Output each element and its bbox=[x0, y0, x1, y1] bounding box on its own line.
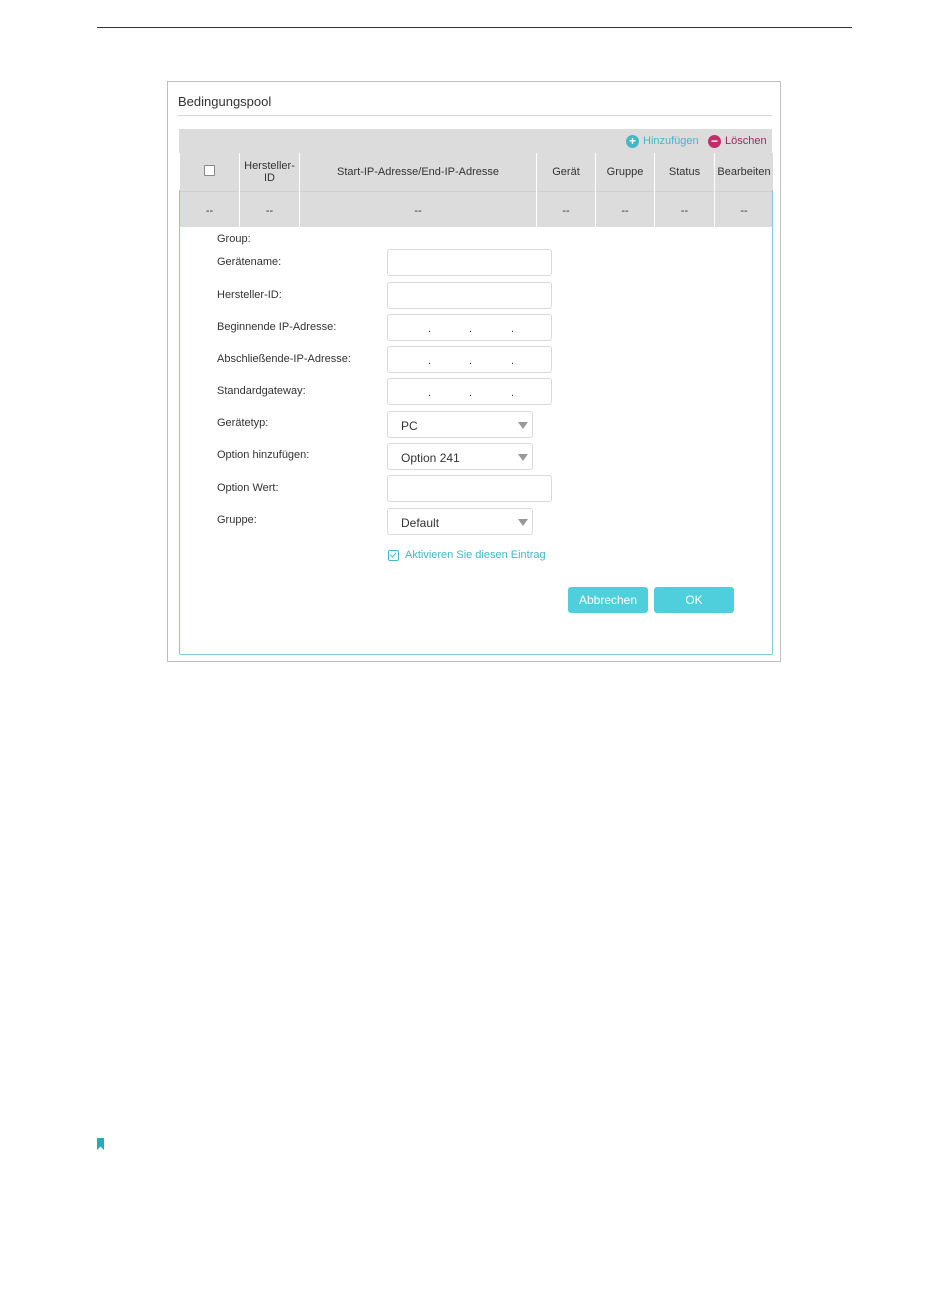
enable-entry-label: Aktivieren Sie diesen Eintrag bbox=[405, 549, 546, 561]
condition-pool-panel: Bedingungspool + Hinzufügen − Löschen He… bbox=[167, 81, 781, 662]
header-group: Gruppe bbox=[595, 153, 655, 192]
header-select-all bbox=[179, 153, 240, 192]
ok-button[interactable]: OK bbox=[654, 587, 734, 613]
table-cell: -- bbox=[536, 191, 596, 229]
table-cell: -- bbox=[714, 191, 774, 229]
gateway-input[interactable]: ... bbox=[387, 378, 552, 405]
table-toolbar: + Hinzufügen − Löschen bbox=[179, 129, 772, 153]
table-cell: -- bbox=[179, 191, 240, 229]
add-option-label: Option hinzufügen: bbox=[217, 449, 310, 461]
chevron-down-icon bbox=[518, 519, 528, 526]
group-select[interactable]: Default bbox=[387, 508, 533, 535]
table-cell: -- bbox=[654, 191, 715, 229]
device-type-select[interactable]: PC bbox=[387, 411, 533, 438]
header-edit: Bearbeiten bbox=[714, 153, 774, 192]
end-ip-label: Abschließende-IP-Adresse: bbox=[217, 353, 351, 365]
start-ip-input[interactable]: ... bbox=[387, 314, 552, 341]
enable-entry-row[interactable]: Aktivieren Sie diesen Eintrag bbox=[388, 549, 546, 561]
add-button-label: Hinzufügen bbox=[643, 135, 699, 147]
delete-button[interactable]: − Löschen bbox=[708, 129, 767, 153]
end-ip-input[interactable]: ... bbox=[387, 346, 552, 373]
condition-table: Hersteller-ID Start-IP-Adresse/End-IP-Ad… bbox=[179, 153, 774, 229]
device-name-label: Gerätename: bbox=[217, 256, 282, 268]
start-ip-label: Beginnende IP-Adresse: bbox=[217, 321, 337, 333]
device-type-label: Gerätetyp: bbox=[217, 417, 269, 429]
table-header-row: Hersteller-ID Start-IP-Adresse/End-IP-Ad… bbox=[179, 153, 774, 192]
table-row: -- -- -- -- -- -- -- bbox=[179, 191, 774, 229]
delete-button-label: Löschen bbox=[725, 135, 767, 147]
title-divider bbox=[178, 115, 772, 116]
option-value-label: Option Wert: bbox=[217, 482, 279, 494]
table-cell: -- bbox=[239, 191, 300, 229]
bookmark-icon bbox=[97, 1138, 104, 1150]
chevron-down-icon bbox=[518, 422, 528, 429]
page-top-rule bbox=[97, 27, 852, 28]
header-vendor-id: Hersteller-ID bbox=[239, 153, 300, 192]
add-button[interactable]: + Hinzufügen bbox=[626, 129, 699, 153]
group-heading: Group: bbox=[217, 233, 251, 245]
group-select-label: Gruppe: bbox=[217, 514, 257, 526]
enable-entry-checkbox[interactable] bbox=[388, 549, 399, 561]
select-all-checkbox[interactable] bbox=[204, 165, 215, 176]
header-device: Gerät bbox=[536, 153, 596, 192]
header-ip-range: Start-IP-Adresse/End-IP-Adresse bbox=[299, 153, 537, 192]
table-cell: -- bbox=[595, 191, 655, 229]
group-select-value: Default bbox=[401, 516, 440, 530]
plus-circle-icon: + bbox=[626, 134, 639, 148]
header-status: Status bbox=[654, 153, 715, 192]
table-cell: -- bbox=[299, 191, 537, 229]
device-name-input[interactable] bbox=[387, 249, 552, 276]
add-option-select[interactable]: Option 241 bbox=[387, 443, 533, 470]
option-value-input[interactable] bbox=[387, 475, 552, 502]
edit-form: Group: Gerätename: Hersteller-ID: Beginn… bbox=[179, 190, 773, 655]
vendor-id-label: Hersteller-ID: bbox=[217, 289, 282, 301]
panel-title: Bedingungspool bbox=[178, 94, 272, 109]
device-type-value: PC bbox=[401, 419, 418, 433]
gateway-label: Standardgateway: bbox=[217, 385, 306, 397]
add-option-value: Option 241 bbox=[401, 451, 460, 465]
minus-circle-icon: − bbox=[708, 134, 721, 148]
cancel-button[interactable]: Abbrechen bbox=[568, 587, 648, 613]
vendor-id-input[interactable] bbox=[387, 282, 552, 309]
chevron-down-icon bbox=[518, 454, 528, 461]
